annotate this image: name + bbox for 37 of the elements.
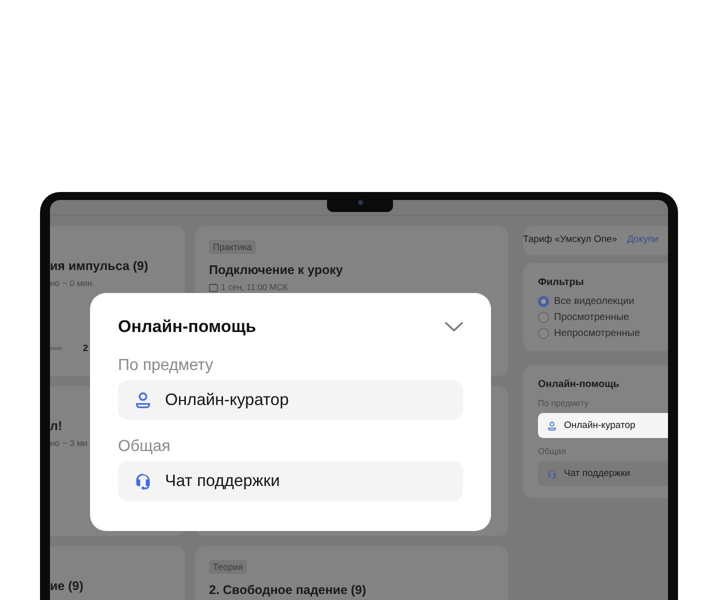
- help-item[interactable]: Онлайн-куратор: [538, 413, 668, 438]
- radio-button[interactable]: [538, 296, 549, 307]
- filter-option[interactable]: Непросмотренные: [554, 328, 640, 339]
- radio-button[interactable]: [538, 328, 549, 339]
- radio-button[interactable]: [538, 312, 549, 323]
- camera-icon: [358, 200, 362, 204]
- lesson-title: Подключение к уроку: [209, 263, 344, 277]
- person-icon: [547, 420, 557, 430]
- headset-icon: [547, 468, 557, 478]
- section-heading: По предмету: [118, 357, 214, 375]
- lesson-duration: ~ 0 мин.: [62, 278, 94, 288]
- buy-link[interactable]: Докупи: [627, 234, 658, 245]
- person-icon: [134, 391, 152, 409]
- help-option[interactable]: Чат поддержки: [118, 461, 463, 501]
- filter-option[interactable]: Все видеолекции: [554, 296, 634, 307]
- lesson-title: 2. Свободное падение (9): [209, 583, 368, 597]
- lesson-date: 1 сен, 11:00 МСК: [221, 282, 288, 292]
- lesson-duration: ~ 3 ми: [62, 438, 88, 448]
- lesson-tag: Практика: [209, 240, 256, 254]
- tariff-label: Тариф «Умскул One»: [523, 234, 618, 245]
- popup-title: Онлайн-помощь: [118, 317, 256, 337]
- lesson-tag: Теория: [209, 560, 247, 574]
- lesson-status: но: [50, 438, 60, 448]
- lesson-status: но: [50, 278, 60, 288]
- headset-icon: [134, 472, 152, 490]
- filter-option[interactable]: Просмотренные: [554, 312, 630, 323]
- calendar-icon: [209, 282, 218, 292]
- help-item[interactable]: Чат поддержки: [538, 461, 668, 486]
- chevron-down-icon[interactable]: [445, 322, 463, 332]
- lesson-title: ия импульса (9): [50, 259, 150, 273]
- help-option[interactable]: Онлайн-куратор: [118, 380, 463, 420]
- lesson-title: ие (9): [50, 579, 84, 593]
- card-title: Онлайн-помощь: [538, 379, 620, 390]
- lesson-title: л!: [50, 419, 64, 433]
- card-title: Фильтры: [538, 277, 585, 288]
- section-heading: Общая: [118, 438, 172, 456]
- progress-count: 2: [83, 343, 88, 353]
